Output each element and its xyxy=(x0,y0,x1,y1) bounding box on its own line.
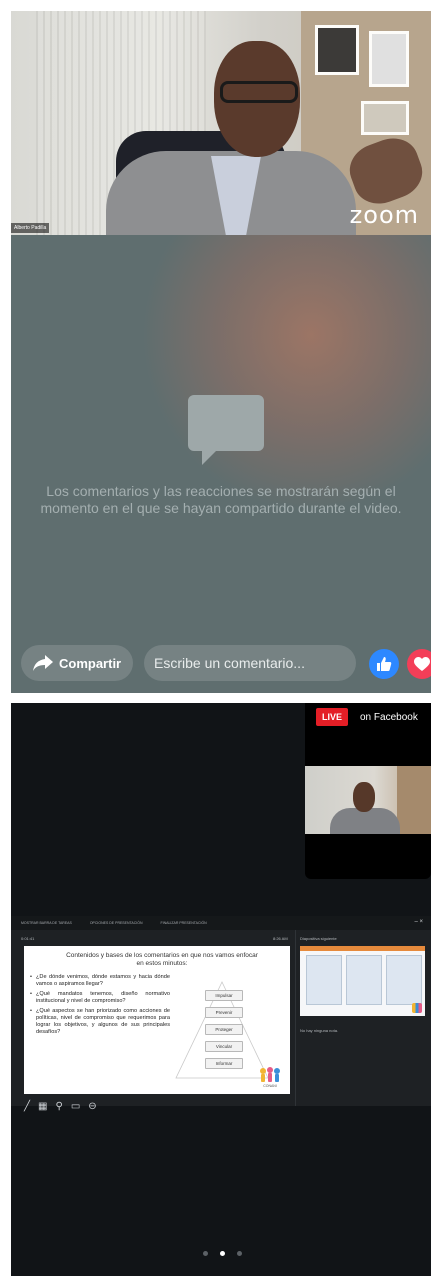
current-slide[interactable]: Contenidos y bases de los comentarios en… xyxy=(24,946,290,1094)
powerpoint-presenter-view: MOSTRAR BARRA DE TAREAS OPCIONES DE PRES… xyxy=(11,916,431,1112)
page-dot[interactable] xyxy=(203,1251,208,1256)
conani-logo: CONANI xyxy=(260,1067,280,1088)
pyramid-item: Impulsar xyxy=(205,990,243,1001)
picture-frame xyxy=(315,25,359,75)
slide-bullet: ¿Qué mandatos tenemos, diseño normativo … xyxy=(30,991,170,1005)
close-icon[interactable]: – × xyxy=(414,919,423,925)
comment-input[interactable]: Escribe un comentario... xyxy=(144,645,356,681)
presenter-tools: ╱ ▦ ⚲ ▭ ⊖ xyxy=(24,1102,97,1112)
pyramid-item: Informar xyxy=(205,1058,243,1069)
wall-shelf xyxy=(397,766,431,834)
page-indicator xyxy=(203,1251,242,1256)
show-taskbar-button[interactable]: MOSTRAR BARRA DE TAREAS xyxy=(21,921,72,925)
presentation-clock: 8:26 AM xyxy=(273,936,288,941)
picture-frame xyxy=(369,31,409,87)
presentation-options-button[interactable]: OPCIONES DE PRESENTACIÓN xyxy=(90,921,143,925)
next-slide-preview[interactable] xyxy=(300,946,425,1016)
next-slide-column xyxy=(346,955,382,1005)
share-arrow-icon xyxy=(33,655,53,671)
next-slide-header xyxy=(300,946,425,951)
next-slide-column xyxy=(306,955,342,1005)
next-slide-column xyxy=(386,955,422,1005)
thumbs-up-icon xyxy=(377,657,392,671)
slide-bullet: ¿Qué aspectos se han priorizado como acc… xyxy=(30,1008,170,1036)
live-badge: LIVE xyxy=(316,708,349,726)
end-presentation-button[interactable]: FINALIZAR PRESENTACIÓN xyxy=(160,921,206,925)
pen-icon[interactable]: ╱ xyxy=(24,1102,30,1112)
speaker-notes: No hay ninguna nota. xyxy=(300,1028,339,1033)
participant-name-tag: Alberto Padilla xyxy=(11,223,50,233)
chat-bubble-icon xyxy=(188,395,264,465)
facebook-video-panel: Alberto Padilla zoom Los comentarios y l… xyxy=(11,11,431,693)
slide-title: Contenidos y bases de los comentarios en… xyxy=(66,952,258,967)
slide-bullet: ¿De dónde venimos, dónde estamos y hacia… xyxy=(30,974,170,988)
share-label: Compartir xyxy=(59,655,122,671)
certificate-frame xyxy=(361,101,409,135)
presenter-toolbar: MOSTRAR BARRA DE TAREAS OPCIONES DE PRES… xyxy=(11,916,431,930)
speaker-head xyxy=(353,782,375,812)
like-button[interactable] xyxy=(369,649,399,679)
slides-grid-icon[interactable]: ▦ xyxy=(38,1102,47,1112)
slide-bullets: ¿De dónde venimos, dónde estamos y hacia… xyxy=(30,974,170,1039)
zoom-watermark: zoom xyxy=(349,201,419,229)
next-slide-label: Diapositiva siguiente xyxy=(300,936,337,941)
page-dot[interactable] xyxy=(237,1251,242,1256)
pyramid-item: Prevenir xyxy=(205,1007,243,1018)
logo-text: CONANI xyxy=(263,1084,277,1088)
love-button[interactable] xyxy=(407,649,431,679)
speaker-glasses xyxy=(220,81,298,103)
screen-icon[interactable]: ▭ xyxy=(71,1102,80,1112)
live-mini-video[interactable] xyxy=(305,766,431,834)
zoom-magnifier-icon[interactable]: ⚲ xyxy=(55,1102,62,1112)
comments-empty-message: Los comentarios y las reacciones se most… xyxy=(40,483,402,516)
page-dot-active[interactable] xyxy=(220,1251,225,1256)
live-platform-label: on Facebook xyxy=(360,712,418,723)
zoom-video-feed[interactable]: Alberto Padilla zoom xyxy=(11,11,431,235)
presenter-divider xyxy=(295,930,296,1106)
share-button[interactable]: Compartir xyxy=(21,645,133,681)
pyramid-item: Vincular xyxy=(205,1041,243,1052)
zoom-presenter-panel: LIVE on Facebook MOSTRAR BARRA DE TAREAS… xyxy=(11,703,431,1276)
video-actions-bar: Compartir Escribe un comentario... xyxy=(11,643,431,693)
more-icon[interactable]: ⊖ xyxy=(88,1102,96,1112)
next-slide-logo xyxy=(412,1003,422,1013)
presentation-timer: 0:01:41 xyxy=(21,936,35,941)
pyramid-item: Proteger xyxy=(205,1024,243,1035)
heart-icon xyxy=(414,656,430,671)
